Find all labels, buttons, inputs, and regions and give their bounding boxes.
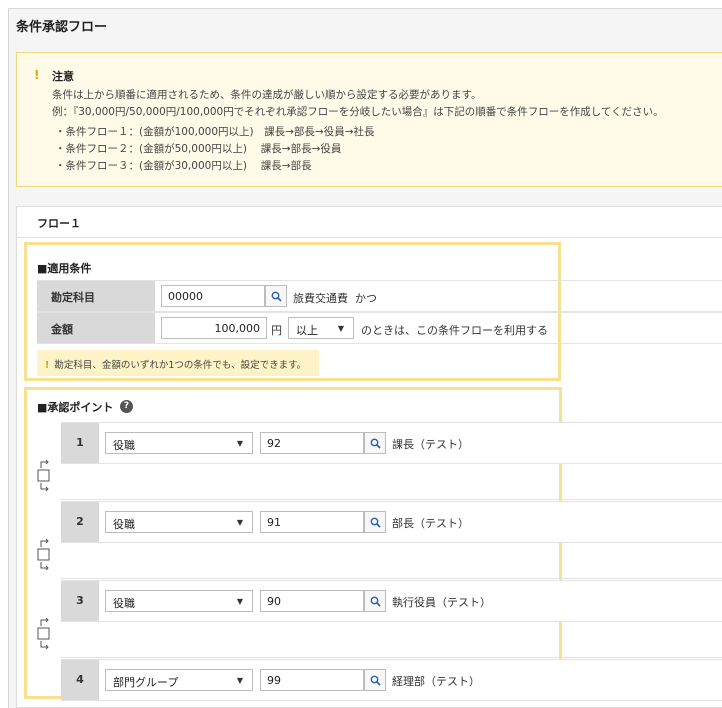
notice-bullet: ・条件フロー１：(金額が100,000円以上) 課長→部長→役員→社長: [55, 126, 375, 138]
step-gap: [61, 543, 722, 579]
page-title: 条件承認フロー: [16, 20, 108, 35]
notice-bullet: ・条件フロー３：(金額が30,000円以上) 課長→部長: [55, 160, 312, 172]
notice-line: 条件は上から順番に適用されるため、条件の達成が厳しい順から設定する必要があります…: [52, 89, 482, 101]
amount-unit: 円: [271, 324, 282, 337]
step-number: 4: [61, 660, 99, 700]
step-search-button[interactable]: [364, 669, 386, 691]
caret-down-icon: ▼: [337, 324, 344, 333]
caret-down-icon: ▼: [236, 597, 243, 606]
search-icon: [370, 596, 381, 607]
step-name: 課長（テスト）: [392, 438, 469, 451]
search-icon: [271, 291, 282, 302]
step-type-value: 部門グループ: [113, 676, 179, 689]
step-number: 3: [61, 581, 99, 621]
step-type-value: 役職: [113, 439, 135, 452]
caret-down-icon: ▼: [236, 676, 243, 685]
account-code-input[interactable]: 00000: [161, 285, 265, 307]
step-gap: [61, 622, 722, 658]
swap-order-icon[interactable]: [35, 614, 53, 654]
step-search-button[interactable]: [364, 590, 386, 612]
condition-section: ■適用条件 勘定科目 00000 旅費交通費 かつ 金額 100,000 円 以…: [24, 242, 722, 381]
amount-operator-select[interactable]: 以上 ▼: [288, 317, 354, 339]
step-type-select[interactable]: 役職 ▼: [105, 432, 253, 454]
approval-step-row: 4 部門グループ ▼ 99 経理部（テスト）: [61, 659, 722, 701]
amount-operator-value: 以上: [296, 324, 318, 337]
approval-step-row: 2 役職 ▼ 91 部長（テスト）: [61, 501, 722, 543]
notice-title: 注意: [52, 70, 74, 83]
step-code-input[interactable]: 91: [260, 511, 364, 533]
account-search-button[interactable]: [265, 285, 287, 307]
step-code-input[interactable]: 92: [260, 432, 364, 454]
search-icon: [370, 675, 381, 686]
caret-down-icon: ▼: [236, 518, 243, 527]
amount-tail-text: のときは、この条件フローを利用する: [361, 324, 548, 337]
swap-order-icon[interactable]: [35, 535, 53, 575]
step-search-button[interactable]: [364, 432, 386, 454]
account-label: 勘定科目: [37, 281, 155, 311]
account-name: 旅費交通費: [293, 292, 348, 305]
step-type-select[interactable]: 部門グループ ▼: [105, 669, 253, 691]
condition-section-title: ■適用条件: [37, 262, 92, 275]
condition-hint: ! 勘定科目、金額のいずれか1つの条件でも、設定できます。: [37, 350, 319, 376]
step-gap: [61, 464, 722, 500]
step-name: 部長（テスト）: [392, 517, 469, 530]
flow-title: フロー１: [37, 217, 81, 230]
account-row: 勘定科目 00000 旅費交通費 かつ: [37, 280, 722, 312]
step-code-input[interactable]: 99: [260, 669, 364, 691]
caret-down-icon: ▼: [236, 439, 243, 448]
swap-order-icon[interactable]: [35, 456, 53, 496]
divider: [17, 237, 722, 238]
amount-label: 金額: [37, 313, 155, 343]
warning-icon: !: [34, 68, 40, 82]
step-search-button[interactable]: [364, 511, 386, 533]
amount-row: 金額 100,000 円 以上 ▼ のときは、この条件フローを利用する: [37, 312, 722, 344]
search-icon: [370, 438, 381, 449]
notice-box: ! 注意 条件は上から順番に適用されるため、条件の達成が厳しい順から設定する必要…: [16, 52, 722, 187]
step-type-value: 役職: [113, 597, 135, 610]
step-name: 執行役員（テスト）: [392, 596, 491, 609]
step-number: 2: [61, 502, 99, 542]
step-code-input[interactable]: 90: [260, 590, 364, 612]
approval-section-title: ■承認ポイント: [37, 401, 114, 414]
search-icon: [370, 517, 381, 528]
step-type-select[interactable]: 役職 ▼: [105, 590, 253, 612]
hint-text: 勘定科目、金額のいずれか1つの条件でも、設定できます。: [54, 360, 307, 371]
notice-line: 例：『30,000円/50,000円/100,000円でそれぞれ承認フローを分岐…: [52, 106, 664, 118]
step-name: 経理部（テスト）: [392, 675, 480, 688]
account-suffix: かつ: [355, 292, 377, 305]
warning-icon: !: [45, 360, 50, 371]
notice-bullet: ・条件フロー２：(金額が50,000円以上) 課長→部長→役員: [55, 143, 342, 155]
step-type-value: 役職: [113, 518, 135, 531]
help-icon[interactable]: ?: [120, 400, 133, 413]
step-type-select[interactable]: 役職 ▼: [105, 511, 253, 533]
step-number: 1: [61, 423, 99, 463]
approval-step-row: 1 役職 ▼ 92 課長（テスト）: [61, 422, 722, 464]
approval-step-row: 3 役職 ▼ 90 執行役員（テスト）: [61, 580, 722, 622]
amount-input[interactable]: 100,000: [161, 317, 267, 339]
approval-section: ■承認ポイント ? 1 役職 ▼ 92 課長（テスト） 2 役職 ▼ 91 部長…: [24, 387, 722, 701]
